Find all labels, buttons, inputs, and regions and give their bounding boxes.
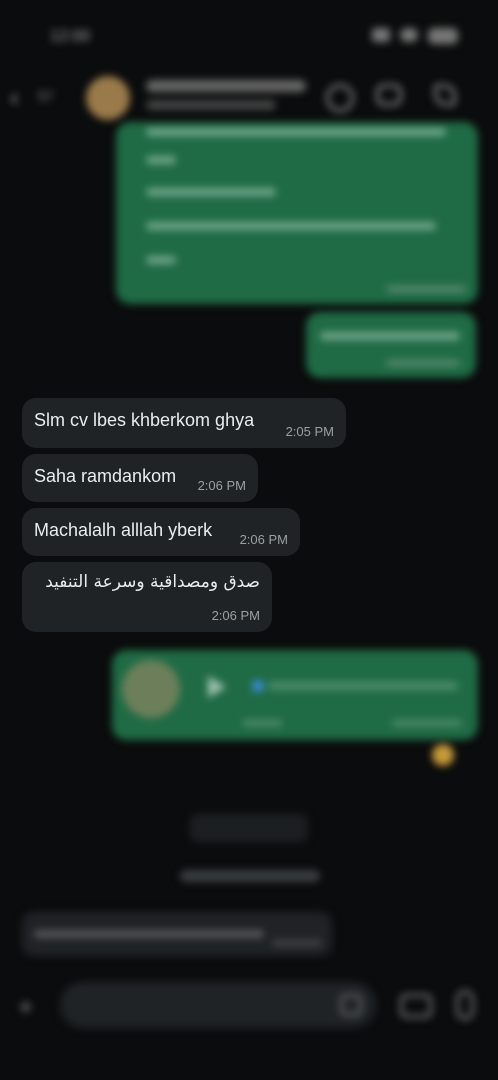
message-bubble-incoming[interactable]: Saha ramdankom 2:06 PM	[22, 454, 258, 502]
wifi-icon	[400, 28, 418, 42]
message-text: Machalalh alllah yberk	[34, 520, 213, 540]
unread-count: 57	[38, 88, 54, 104]
mic-icon[interactable]	[456, 990, 474, 1020]
message-time: 2:06 PM	[239, 532, 288, 547]
message-input-bar: +	[0, 976, 498, 1040]
message-time: 2:06 PM	[197, 478, 246, 493]
chat-header: ‹ 57	[0, 70, 498, 124]
sticker-icon[interactable]	[340, 994, 362, 1016]
status-ring-icon[interactable]	[326, 84, 354, 112]
contact-name[interactable]	[146, 80, 306, 92]
status-time: 12:00	[50, 28, 91, 45]
message-text: Saha ramdankom	[34, 466, 177, 486]
signal-icon	[372, 28, 390, 42]
status-bar: 12:00	[0, 22, 498, 54]
message-bubble-incoming-blurred[interactable]	[22, 912, 332, 956]
voice-message-outgoing[interactable]	[112, 650, 478, 740]
voice-call-icon[interactable]	[434, 84, 456, 106]
message-input[interactable]	[60, 982, 376, 1028]
battery-icon	[428, 28, 458, 44]
plus-icon[interactable]: +	[18, 994, 40, 1020]
play-icon[interactable]	[208, 676, 226, 698]
message-bubble-incoming[interactable]: Slm cv lbes khberkom ghya 2:05 PM	[22, 398, 346, 448]
outgoing-message-blurred[interactable]	[116, 122, 478, 304]
emoji-reaction-icon[interactable]	[432, 744, 454, 766]
message-time: 2:06 PM	[211, 608, 260, 623]
contact-status	[146, 100, 276, 110]
camera-icon[interactable]	[400, 994, 432, 1018]
message-bubble-incoming[interactable]: Machalalh alllah yberk 2:06 PM	[22, 508, 300, 556]
outgoing-message-blurred-2[interactable]	[306, 312, 476, 378]
voice-sender-avatar	[122, 660, 180, 718]
message-text: Slm cv lbes khberkom ghya	[34, 410, 255, 430]
contact-avatar[interactable]	[86, 76, 130, 120]
status-icons	[372, 28, 458, 44]
back-arrow-icon[interactable]: ‹	[10, 82, 19, 113]
video-call-icon[interactable]	[376, 84, 402, 106]
message-bubble-incoming[interactable]: صدق ومصداقية وسرعة التنفيد 2:06 PM	[22, 562, 272, 632]
message-text: صدق ومصداقية وسرعة التنفيد	[45, 572, 260, 592]
unread-messages-label	[180, 870, 320, 882]
message-time: 2:05 PM	[285, 424, 334, 439]
waveform[interactable]	[268, 682, 458, 690]
date-separator	[190, 814, 308, 842]
progress-dot[interactable]	[252, 680, 264, 692]
